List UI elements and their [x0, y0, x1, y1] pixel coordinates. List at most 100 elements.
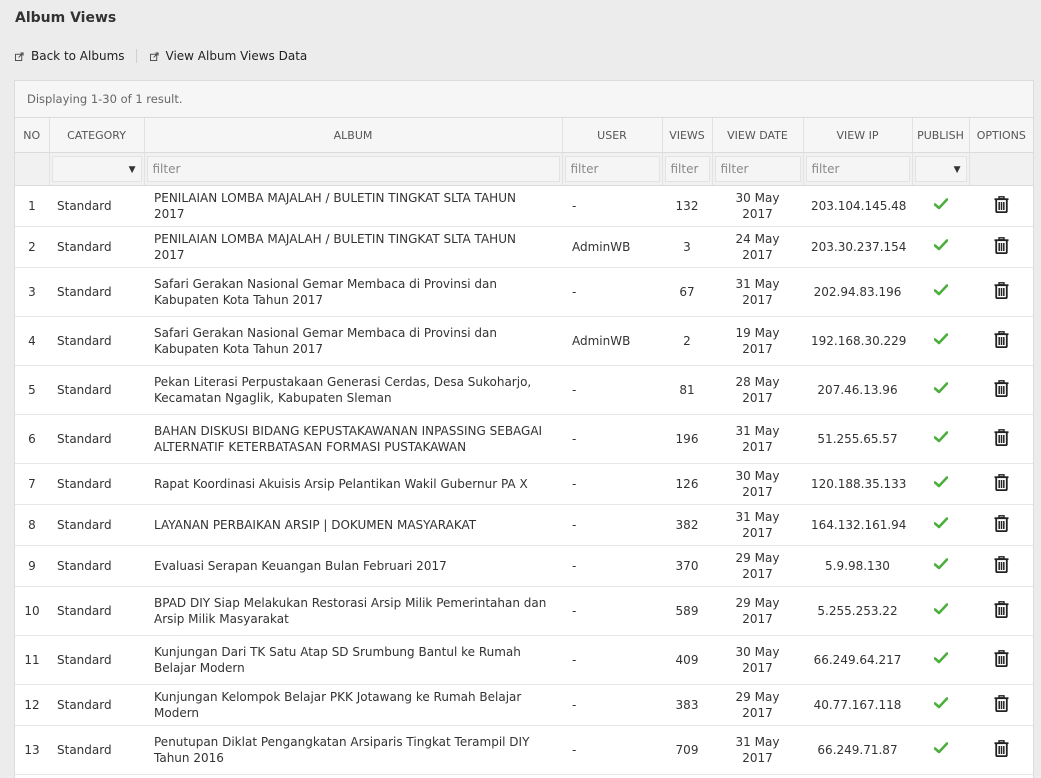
- cell-user: -: [562, 504, 662, 546]
- cell-view-date: 28 May 2017: [712, 365, 803, 415]
- trash-icon[interactable]: [994, 281, 1009, 302]
- cell-views: 409: [662, 635, 712, 685]
- cell-album: PENILAIAN LOMBA MAJALAH / BULETIN TINGKA…: [144, 226, 562, 268]
- album-filter-input[interactable]: [146, 156, 560, 182]
- check-icon[interactable]: [933, 476, 948, 491]
- cell-view-date: 31 May 2017: [712, 414, 803, 464]
- trash-icon[interactable]: [994, 195, 1009, 216]
- cell-views: 81: [662, 365, 712, 415]
- filter-row: ▼ ▼: [15, 152, 1033, 186]
- cell-no: 1: [15, 185, 49, 227]
- cell-publish: [912, 504, 969, 546]
- cell-publish: [912, 635, 969, 685]
- trash-icon[interactable]: [994, 694, 1009, 715]
- cell-category: Standard: [49, 684, 144, 726]
- back-to-albums-link[interactable]: Back to Albums: [15, 49, 137, 63]
- cell-view-ip: 51.255.65.57: [803, 414, 912, 464]
- cell-view-date: 30 May 2017: [712, 463, 803, 505]
- cell-category: Standard: [49, 463, 144, 505]
- check-icon[interactable]: [933, 382, 948, 397]
- cell-view-date: 24 May 2017: [712, 226, 803, 268]
- cell-publish: [912, 316, 969, 366]
- cell-views: 382: [662, 504, 712, 546]
- check-icon[interactable]: [933, 333, 948, 348]
- cell-no: 8: [15, 504, 49, 546]
- header-row: NO CATEGORY ALBUM USER VIEWS VIEW DATE V…: [15, 118, 1033, 153]
- cell-no: 3: [15, 267, 49, 317]
- col-header-view-ip[interactable]: VIEW IP: [803, 118, 913, 153]
- check-icon[interactable]: [933, 198, 948, 213]
- check-icon[interactable]: [933, 652, 948, 667]
- cell-options: [969, 635, 1033, 685]
- user-filter-input[interactable]: [564, 156, 660, 182]
- cell-publish: [912, 586, 969, 636]
- check-icon[interactable]: [933, 742, 948, 757]
- cell-view-ip: 40.77.167.118: [803, 684, 912, 726]
- table-row: 3 Standard Safari Gerakan Nasional Gemar M…: [15, 267, 1033, 317]
- col-header-views[interactable]: VIEWS: [662, 118, 713, 153]
- check-icon[interactable]: [933, 558, 948, 573]
- cell-publish: [912, 365, 969, 415]
- cell-publish: [912, 463, 969, 505]
- table-row: 2 Standard PENILAIAN LOMBA MAJALAH / BULET…: [15, 226, 1033, 268]
- check-icon[interactable]: [933, 697, 948, 712]
- external-link-icon: [149, 51, 159, 61]
- check-icon[interactable]: [933, 517, 948, 532]
- cell-views: 2: [662, 316, 712, 366]
- table-row: 10 Standard BPAD DIY Siap Melakukan Restor…: [15, 586, 1033, 636]
- view-date-filter-input[interactable]: [714, 156, 801, 182]
- cell-category: Standard: [49, 545, 144, 587]
- table-row: 13 Standard Penutupan Diklat Pengangkatan …: [15, 725, 1033, 775]
- trash-icon[interactable]: [994, 473, 1009, 494]
- cell-user: -: [562, 635, 662, 685]
- cell-no: 12: [15, 684, 49, 726]
- view-ip-filter-input[interactable]: [805, 156, 910, 182]
- check-icon[interactable]: [933, 239, 948, 254]
- check-icon[interactable]: [933, 284, 948, 299]
- trash-icon[interactable]: [994, 514, 1009, 535]
- cell-category: Standard: [49, 725, 144, 775]
- check-icon[interactable]: [933, 431, 948, 446]
- caret-down-icon: ▼: [128, 165, 136, 175]
- col-header-no[interactable]: NO: [15, 118, 50, 153]
- trash-icon[interactable]: [994, 649, 1009, 670]
- cell-category: Standard: [49, 185, 144, 227]
- cell-user: -: [562, 545, 662, 587]
- col-header-view-date[interactable]: VIEW DATE: [712, 118, 804, 153]
- cell-user: -: [562, 684, 662, 726]
- trash-icon[interactable]: [994, 739, 1009, 760]
- cell-view-date: 30 May 2017: [712, 635, 803, 685]
- category-filter-select[interactable]: ▼: [51, 156, 142, 182]
- view-album-views-data-link[interactable]: View Album Views Data: [149, 49, 319, 63]
- cell-category: Standard: [49, 414, 144, 464]
- trash-icon[interactable]: [994, 379, 1009, 400]
- filter-cell-no: [15, 152, 50, 186]
- cell-category: Standard: [49, 226, 144, 268]
- cell-views: 196: [662, 414, 712, 464]
- col-header-album[interactable]: ALBUM: [144, 118, 563, 153]
- col-header-category[interactable]: CATEGORY: [49, 118, 145, 153]
- cell-view-ip: 202.94.83.196: [803, 267, 912, 317]
- caret-down-icon: ▼: [953, 165, 961, 175]
- table-row: 11 Standard Kunjungan Dari TK Satu Atap SD…: [15, 635, 1033, 685]
- view-album-views-data-label: View Album Views Data: [165, 49, 308, 63]
- views-filter-input[interactable]: [664, 156, 710, 182]
- publish-filter-select[interactable]: ▼: [914, 156, 967, 182]
- col-header-user[interactable]: USER: [562, 118, 663, 153]
- cell-no: 6: [15, 414, 49, 464]
- cell-view-date: 31 May 2017: [712, 267, 803, 317]
- trash-icon[interactable]: [994, 555, 1009, 576]
- cell-user: -: [562, 267, 662, 317]
- col-header-publish[interactable]: PUBLISH: [912, 118, 970, 153]
- cell-user: -: [562, 365, 662, 415]
- cell-album: LAYANAN PERBAIKAN ARSIP | DOKUMEN MASYAR…: [144, 504, 562, 546]
- trash-icon[interactable]: [994, 236, 1009, 257]
- trash-icon[interactable]: [994, 330, 1009, 351]
- check-icon[interactable]: [933, 603, 948, 618]
- cell-views: 126: [662, 463, 712, 505]
- trash-icon[interactable]: [994, 428, 1009, 449]
- cell-no: 7: [15, 463, 49, 505]
- table-row: 5 Standard Pekan Literasi Perpustakaan Gen…: [15, 365, 1033, 415]
- cell-no: 13: [15, 725, 49, 775]
- trash-icon[interactable]: [994, 600, 1009, 621]
